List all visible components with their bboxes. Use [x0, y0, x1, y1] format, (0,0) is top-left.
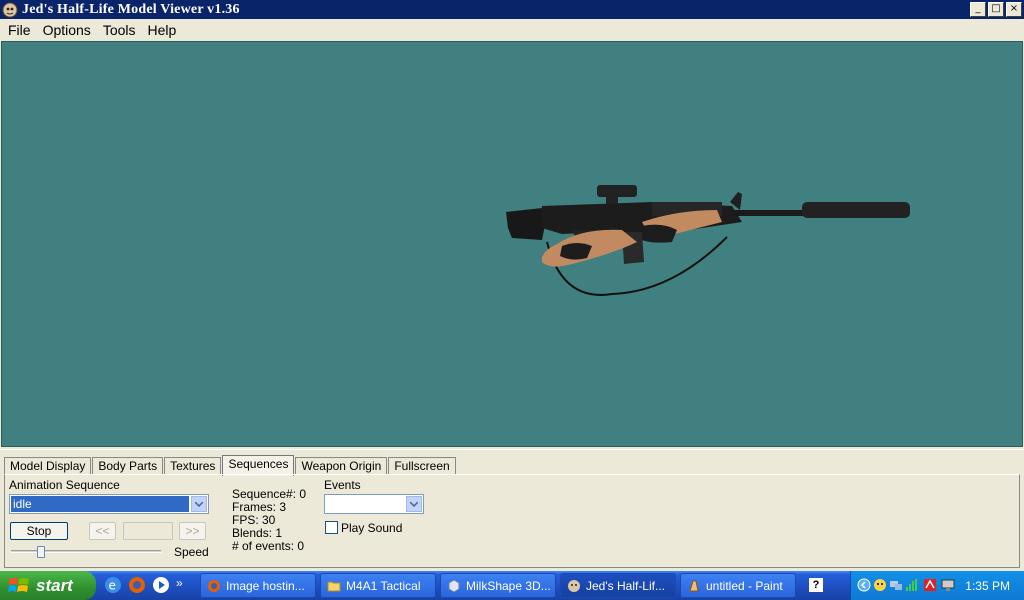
firefox-icon[interactable] — [128, 576, 146, 594]
task-label: MilkShape 3D... — [466, 578, 551, 593]
stop-button[interactable]: Stop — [10, 522, 68, 540]
task-label: Image hostin... — [226, 578, 305, 593]
display-icon[interactable] — [941, 578, 955, 592]
play-sound-label: Play Sound — [341, 521, 403, 535]
model-viewport[interactable] — [1, 41, 1023, 447]
prev-frame-button[interactable]: << — [89, 522, 116, 540]
task-buttons: Image hostin... M4A1 Tactical MilkShape … — [200, 573, 796, 598]
rifle-model — [506, 185, 910, 296]
help-icon[interactable]: ? — [809, 578, 823, 592]
events-label: Events — [324, 478, 361, 492]
tab-weapon-origin[interactable]: Weapon Origin — [295, 457, 388, 475]
tab-fullscreen[interactable]: Fullscreen — [388, 457, 456, 475]
quick-launch: e » — [104, 576, 183, 594]
speed-label: Speed — [174, 545, 209, 559]
task-label: untitled - Paint — [706, 578, 783, 593]
close-button[interactable]: × — [1006, 2, 1022, 17]
sequences-panel: Animation Sequence idle Stop << >> Speed… — [4, 474, 1020, 568]
network-icon[interactable] — [889, 578, 903, 592]
animation-sequence-select[interactable]: idle — [9, 494, 209, 514]
tab-textures[interactable]: Textures — [164, 457, 222, 475]
task-paint[interactable]: untitled - Paint — [680, 573, 796, 598]
menu-options[interactable]: Options — [37, 22, 97, 38]
window-controls: _ □ × — [970, 2, 1022, 17]
animation-sequence-value: idle — [11, 496, 189, 512]
windows-logo-icon — [8, 577, 29, 592]
task-label: Jed's Half-Lif... — [586, 578, 665, 593]
menu-tools[interactable]: Tools — [97, 22, 142, 38]
tab-model-display[interactable]: Model Display — [4, 457, 92, 475]
task-label: M4A1 Tactical — [346, 578, 421, 593]
hlmv-icon — [568, 579, 580, 592]
smiley-icon[interactable] — [873, 578, 887, 592]
tab-sequences[interactable]: Sequences — [222, 455, 295, 476]
animation-sequence-label: Animation Sequence — [9, 478, 120, 492]
media-player-icon[interactable] — [152, 576, 170, 594]
folder-icon — [327, 581, 341, 591]
task-image-hosting[interactable]: Image hostin... — [200, 573, 316, 598]
task-m4a1-folder[interactable]: M4A1 Tactical — [320, 573, 436, 598]
milkshape-icon — [448, 578, 460, 593]
task-milkshape[interactable]: MilkShape 3D... — [440, 573, 556, 598]
maximize-button[interactable]: □ — [988, 2, 1004, 17]
next-frame-button[interactable]: >> — [179, 522, 206, 540]
menu-help[interactable]: Help — [142, 22, 183, 38]
chevron-down-icon[interactable] — [191, 496, 207, 512]
task-hlmv[interactable]: Jed's Half-Lif... — [560, 573, 676, 598]
speed-slider-track[interactable] — [11, 550, 161, 553]
frame-field[interactable] — [123, 522, 173, 540]
tab-strip: Model Display Body Parts Textures Sequen… — [4, 454, 457, 476]
start-button[interactable]: start — [0, 571, 96, 600]
events-select[interactable] — [324, 494, 424, 514]
chevron-down-icon[interactable] — [406, 496, 422, 512]
clock: 1:35 PM — [965, 579, 1010, 593]
chevron-left-icon[interactable] — [857, 578, 871, 592]
control-panel: Model Display Body Parts Textures Sequen… — [0, 449, 1024, 571]
minimize-button[interactable]: _ — [970, 2, 986, 17]
system-tray: ? 1:35 PM — [809, 571, 1024, 600]
ie-icon[interactable]: e — [104, 576, 122, 594]
speed-slider-thumb[interactable] — [37, 546, 45, 558]
quick-launch-more[interactable]: » — [176, 576, 183, 594]
signal-icon[interactable] — [905, 578, 919, 592]
firefox-icon — [208, 579, 220, 592]
svg-text:e: e — [109, 579, 116, 593]
events-count: # of events: 0 — [232, 539, 305, 553]
hlmv-app-icon — [2, 2, 18, 17]
start-label: start — [36, 575, 73, 595]
taskbar: start e » Image hostin... M4A1 Tactical … — [0, 571, 1024, 600]
paint-icon — [689, 580, 699, 591]
tab-body-parts[interactable]: Body Parts — [92, 457, 164, 475]
window-title: Jed's Half-Life Model Viewer v1.36 — [22, 1, 240, 17]
antivirus-icon[interactable] — [923, 578, 937, 592]
play-sound-checkbox[interactable] — [325, 521, 338, 534]
menu-bar: File Options Tools Help — [0, 19, 1024, 40]
title-bar[interactable]: Jed's Half-Life Model Viewer v1.36 _ □ × — [0, 0, 1024, 19]
app-window: Jed's Half-Life Model Viewer v1.36 _ □ ×… — [0, 0, 1024, 600]
menu-file[interactable]: File — [2, 22, 37, 38]
